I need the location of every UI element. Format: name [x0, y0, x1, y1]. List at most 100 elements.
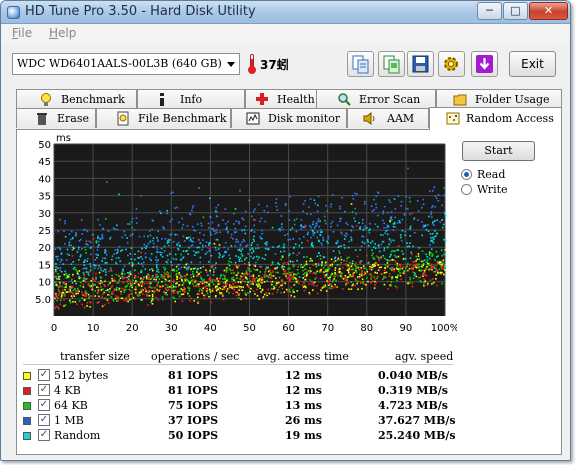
options-button[interactable] — [438, 51, 465, 77]
tab-error-scan[interactable]: Error Scan — [316, 89, 436, 109]
data-point — [356, 193, 358, 195]
data-point — [101, 257, 104, 260]
copy-screenshot-button[interactable] — [378, 51, 405, 77]
menu-bar: File Help — [1, 24, 570, 43]
data-point — [163, 290, 166, 293]
series-checkbox[interactable]: ✓ — [38, 369, 50, 381]
data-point — [125, 288, 127, 291]
data-point — [334, 267, 337, 269]
data-point — [202, 216, 205, 219]
tab-benchmark[interactable]: Benchmark — [16, 89, 137, 109]
data-point — [283, 270, 285, 273]
data-point — [98, 271, 101, 274]
data-point — [174, 233, 176, 236]
data-point — [123, 291, 126, 293]
close-button[interactable]: ✕ — [529, 2, 568, 20]
y-tick-label: 25 — [38, 226, 51, 237]
data-point — [252, 283, 254, 285]
start-button[interactable]: Start — [462, 141, 535, 161]
tab-folder-usage[interactable]: Folder Usage — [436, 89, 562, 109]
data-point — [213, 271, 216, 273]
data-point — [183, 266, 186, 269]
data-point — [95, 241, 98, 244]
data-point — [354, 207, 356, 210]
series-checkbox[interactable]: ✓ — [38, 414, 50, 426]
data-point — [421, 250, 424, 252]
data-point — [129, 293, 131, 295]
tab-erase[interactable]: Erase — [16, 108, 96, 128]
tab-aam[interactable]: AAM — [347, 108, 429, 128]
tab-file-benchmark[interactable]: File Benchmark — [96, 108, 231, 128]
exit-button[interactable]: Exit — [509, 51, 556, 77]
download-button[interactable] — [471, 51, 498, 77]
data-point — [362, 229, 365, 231]
data-point — [230, 261, 232, 263]
data-point — [170, 261, 172, 263]
data-point — [374, 265, 376, 267]
data-point — [146, 275, 148, 277]
data-point — [123, 299, 125, 302]
data-point — [237, 249, 239, 251]
data-point — [129, 234, 132, 237]
data-point — [361, 235, 364, 237]
series-checkbox[interactable]: ✓ — [38, 399, 50, 411]
data-point — [218, 244, 221, 246]
data-point — [181, 284, 184, 286]
data-point — [187, 236, 190, 239]
data-point — [338, 270, 340, 273]
tab-info[interactable]: Info — [137, 89, 245, 109]
data-point — [207, 222, 210, 225]
data-point — [324, 261, 327, 264]
drive-select[interactable]: WDC WD6401AALS-00L3B (640 GB) — [12, 53, 240, 75]
copy-text-button[interactable] — [347, 51, 374, 77]
data-point — [145, 245, 148, 247]
data-point — [263, 293, 266, 296]
data-point — [139, 294, 141, 297]
maximize-button[interactable]: □ — [503, 2, 528, 20]
menu-help[interactable]: Help — [49, 26, 76, 40]
save-button[interactable] — [407, 51, 434, 77]
data-point — [303, 256, 305, 258]
tab-disk-monitor[interactable]: Disk monitor — [231, 108, 347, 128]
data-point — [87, 257, 89, 260]
data-point — [96, 286, 98, 288]
data-point — [305, 263, 308, 265]
table-row: ✓ 1 MB 37 IOPS 26 ms 37.627 MB/s — [23, 413, 456, 428]
data-point — [250, 247, 253, 249]
data-point — [416, 258, 419, 261]
data-point — [292, 238, 295, 240]
data-point — [354, 284, 357, 287]
read-radio[interactable]: Read — [461, 168, 531, 182]
data-point — [175, 274, 177, 276]
data-point — [118, 287, 121, 290]
row-speed: 0.040 MB/s — [378, 369, 448, 382]
data-point — [306, 271, 308, 274]
write-radio[interactable]: Write — [461, 183, 531, 197]
data-point — [161, 238, 163, 240]
data-point — [417, 255, 420, 257]
tab-random-access[interactable]: Random Access — [429, 107, 562, 130]
data-point — [418, 266, 420, 269]
data-point — [390, 241, 392, 243]
data-point — [317, 204, 319, 207]
data-point — [178, 221, 180, 224]
data-point — [391, 276, 393, 278]
data-point — [281, 265, 284, 268]
data-point — [304, 226, 307, 228]
data-point — [142, 293, 144, 295]
data-point — [68, 233, 71, 235]
data-point — [106, 289, 109, 291]
data-point — [406, 264, 408, 266]
data-point — [292, 260, 294, 263]
disk-monitor-icon — [246, 112, 260, 125]
data-point — [362, 265, 365, 267]
data-point — [308, 293, 311, 295]
series-checkbox[interactable]: ✓ — [38, 384, 50, 396]
menu-file[interactable]: File — [12, 26, 32, 40]
data-point — [121, 236, 124, 239]
data-point — [73, 295, 76, 297]
series-checkbox[interactable]: ✓ — [38, 429, 50, 441]
minimize-button[interactable]: ─ — [477, 2, 502, 20]
data-point — [64, 270, 67, 273]
data-point — [412, 260, 414, 263]
